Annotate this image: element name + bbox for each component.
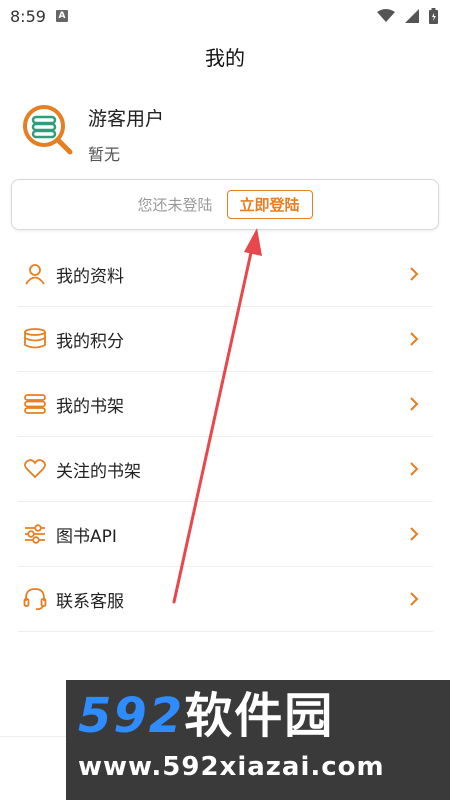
menu-item-book-api[interactable]: 图书API <box>18 502 433 567</box>
menu-item-followed-shelf[interactable]: 关注的书架 <box>18 437 433 502</box>
watermark-url: www.592xiazai.com <box>78 752 385 782</box>
menu-item-profile[interactable]: 我的资料 <box>18 242 433 307</box>
chevron-right-icon <box>410 462 419 476</box>
menu-item-bookshelf[interactable]: 我的书架 <box>18 372 433 437</box>
menu-item-label: 我的资料 <box>56 266 124 287</box>
menu-item-points[interactable]: 我的积分 <box>18 307 433 372</box>
watermark-brand: 软件园 <box>184 688 335 744</box>
headset-icon <box>22 586 48 612</box>
user-icon <box>22 261 48 287</box>
books-icon <box>22 391 48 417</box>
chevron-right-icon <box>410 332 419 346</box>
chevron-right-icon <box>410 267 419 281</box>
bottom-nav-partial <box>0 736 66 801</box>
menu-item-customer-service[interactable]: 联系客服 <box>18 567 433 632</box>
login-card: 您还未登陆 立即登陆 <box>11 179 439 230</box>
battery-icon <box>429 8 438 24</box>
status-time: 8:59 <box>10 6 46 26</box>
menu-list: 我的资料 我的积分 我的书架 关注的书架 图书API 联系客服 <box>18 242 433 632</box>
user-subtitle: 暂无 <box>88 145 121 164</box>
status-bar: 8:59 A <box>0 0 450 32</box>
menu-item-label: 联系客服 <box>56 591 124 612</box>
app-notification-icon: A <box>55 10 68 22</box>
login-hint: 您还未登陆 <box>137 196 213 214</box>
avatar-book-search-icon[interactable] <box>22 104 74 156</box>
menu-item-label: 我的积分 <box>56 331 124 352</box>
watermark-number: 592 <box>78 688 185 744</box>
wifi-icon <box>377 9 395 22</box>
user-name: 游客用户 <box>88 108 165 130</box>
login-button[interactable]: 立即登陆 <box>226 190 313 219</box>
page-title: 我的 <box>205 46 245 70</box>
chevron-right-icon <box>410 397 419 411</box>
profile-section[interactable]: 游客用户 暂无 <box>22 104 422 164</box>
chevron-right-icon <box>410 592 419 606</box>
sliders-icon <box>22 521 48 547</box>
menu-item-label: 我的书架 <box>56 396 124 417</box>
chevron-right-icon <box>410 527 419 541</box>
menu-item-label: 图书API <box>56 526 117 547</box>
watermark-logo: 592软件园 www.592xiazai.com <box>66 680 450 800</box>
menu-item-label: 关注的书架 <box>56 461 141 482</box>
signal-icon <box>405 9 419 23</box>
heart-icon <box>22 456 48 482</box>
coins-icon <box>22 326 48 352</box>
